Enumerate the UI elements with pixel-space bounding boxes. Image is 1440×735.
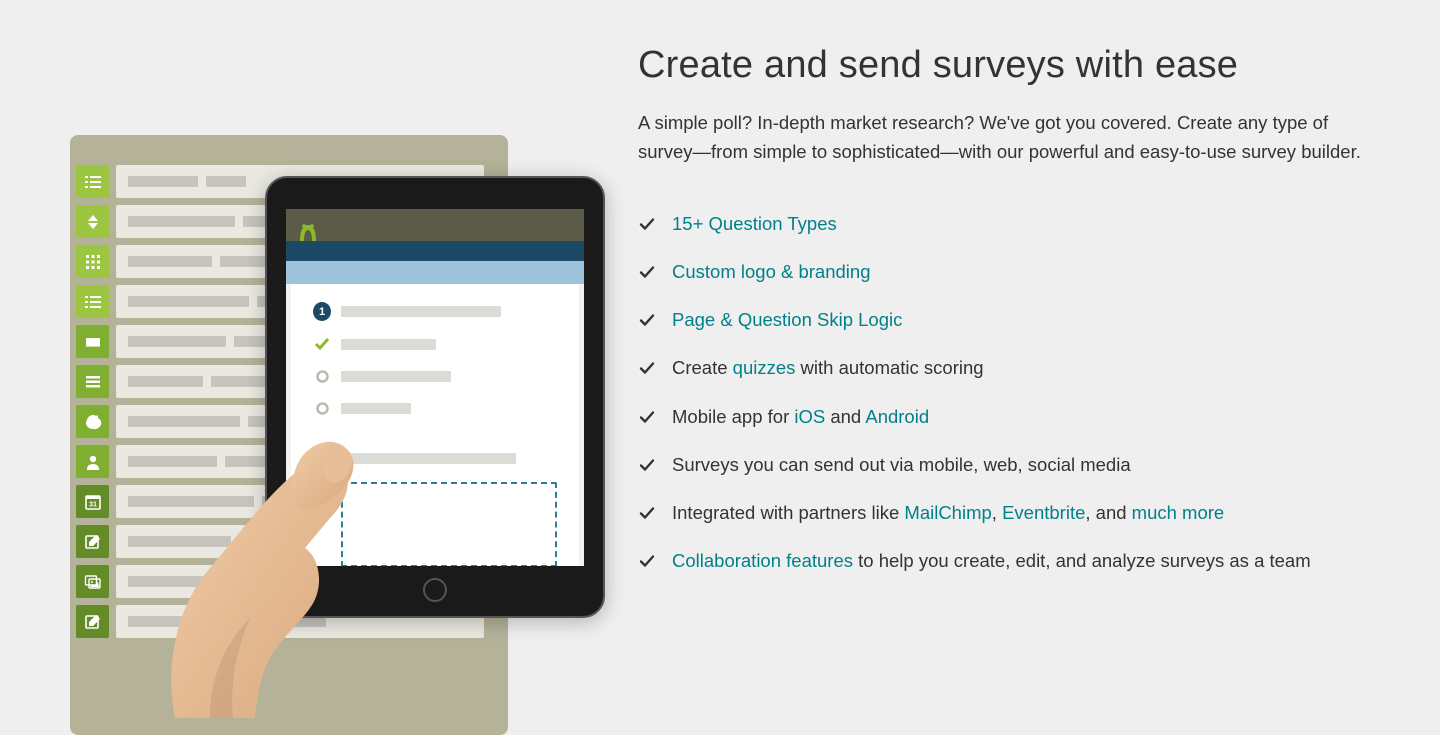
check-icon bbox=[638, 359, 656, 377]
surveymonkey-logo-icon bbox=[296, 221, 320, 241]
feature-list: 15+ Question Types Custom logo & branding… bbox=[638, 212, 1378, 572]
feature-text: and bbox=[825, 406, 865, 427]
feature-link[interactable]: quizzes bbox=[733, 357, 796, 378]
feature-item: Create quizzes with automatic scoring bbox=[638, 356, 1378, 380]
radio-icon bbox=[313, 399, 331, 417]
check-icon bbox=[638, 263, 656, 281]
feature-section: Create and send surveys with ease A simp… bbox=[638, 0, 1440, 694]
feature-link[interactable]: 15+ Question Types bbox=[672, 213, 837, 234]
question-number-badge: 1 bbox=[313, 302, 331, 321]
survey-question-row bbox=[313, 399, 557, 417]
tablet-survey-body: 12 bbox=[291, 284, 579, 566]
feature-link[interactable]: Page & Question Skip Logic bbox=[672, 309, 902, 330]
list-icon bbox=[76, 285, 109, 318]
placeholder-bar bbox=[341, 403, 411, 414]
calendar-icon: 31 bbox=[76, 485, 109, 518]
feature-link[interactable]: Eventbrite bbox=[1002, 502, 1085, 523]
placeholder-bar bbox=[341, 339, 436, 350]
feature-item: Page & Question Skip Logic bbox=[638, 308, 1378, 332]
feature-text: Mobile app for bbox=[672, 406, 794, 427]
placeholder-bar bbox=[341, 371, 451, 382]
svg-text:31: 31 bbox=[89, 501, 97, 508]
feature-link[interactable]: MailChimp bbox=[904, 502, 991, 523]
edit-icon bbox=[76, 525, 109, 558]
question-number-badge: 2 bbox=[313, 449, 331, 468]
tablet-home-button-icon bbox=[423, 578, 447, 602]
feature-item: Integrated with partners like MailChimp,… bbox=[638, 501, 1378, 525]
check-icon bbox=[638, 552, 656, 570]
tablet-app-header bbox=[286, 209, 584, 241]
feature-link[interactable]: much more bbox=[1132, 502, 1225, 523]
survey-question-row: 1 bbox=[313, 302, 557, 321]
list-icon bbox=[76, 165, 109, 198]
section-heading: Create and send surveys with ease bbox=[638, 44, 1378, 87]
feature-link[interactable]: Collaboration features bbox=[672, 550, 853, 571]
survey-question-row bbox=[313, 367, 557, 385]
feature-text: Surveys you can send out via mobile, web… bbox=[672, 454, 1131, 475]
feature-item: Collaboration features to help you creat… bbox=[638, 549, 1378, 573]
section-lead: A simple poll? In-depth market research?… bbox=[638, 109, 1378, 166]
tablet-device: 12 bbox=[265, 176, 605, 618]
edit-icon bbox=[76, 605, 109, 638]
sort-icon bbox=[76, 205, 109, 238]
placeholder-bar bbox=[341, 306, 501, 317]
tablet-nav-bar bbox=[286, 241, 584, 261]
tablet-screen: 12 bbox=[286, 209, 584, 566]
feature-item: Custom logo & branding bbox=[638, 260, 1378, 284]
check-icon bbox=[638, 215, 656, 233]
chat-icon bbox=[76, 405, 109, 438]
grid-icon bbox=[76, 245, 109, 278]
check-icon bbox=[313, 335, 331, 353]
feature-link[interactable]: iOS bbox=[794, 406, 825, 427]
feature-text: , and bbox=[1085, 502, 1131, 523]
radio-icon bbox=[313, 367, 331, 385]
feature-item: 15+ Question Types bbox=[638, 212, 1378, 236]
check-icon bbox=[638, 456, 656, 474]
person-icon bbox=[76, 445, 109, 478]
question-dropzone bbox=[341, 482, 557, 566]
card-icon bbox=[76, 325, 109, 358]
feature-text: , bbox=[992, 502, 1002, 523]
feature-text: with automatic scoring bbox=[795, 357, 983, 378]
survey-question-row: 2 bbox=[313, 449, 557, 468]
placeholder-bar bbox=[341, 453, 516, 464]
feature-text: Integrated with partners like bbox=[672, 502, 904, 523]
image-icon bbox=[76, 565, 109, 598]
feature-link[interactable]: Android bbox=[865, 406, 929, 427]
feature-item: Mobile app for iOS and Android bbox=[638, 405, 1378, 429]
check-icon bbox=[638, 504, 656, 522]
rows-icon bbox=[76, 365, 109, 398]
tablet-sub-bar bbox=[286, 261, 584, 284]
feature-item: Surveys you can send out via mobile, web… bbox=[638, 453, 1378, 477]
feature-text: Create bbox=[672, 357, 733, 378]
hero-illustration: 31 12 bbox=[0, 0, 638, 694]
survey-question-row bbox=[313, 335, 557, 353]
check-icon bbox=[638, 408, 656, 426]
check-icon bbox=[638, 311, 656, 329]
feature-link[interactable]: Custom logo & branding bbox=[672, 261, 870, 282]
feature-text: to help you create, edit, and analyze su… bbox=[853, 550, 1311, 571]
